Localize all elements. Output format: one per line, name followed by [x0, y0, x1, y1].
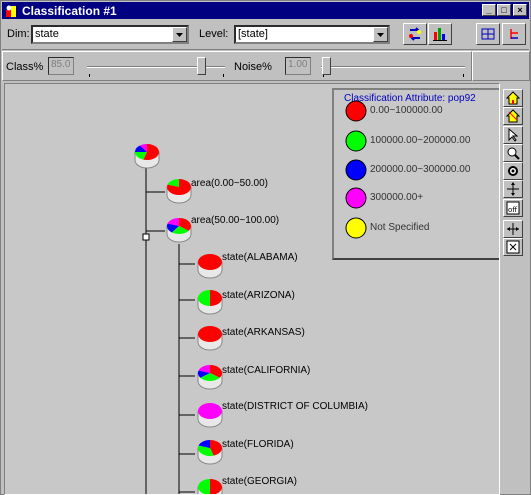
tree-node-label[interactable]: state(ARIZONA) [222, 290, 295, 301]
dim-value: state [35, 28, 59, 40]
tick-mark [463, 74, 464, 77]
node-toggle-button[interactable] [503, 238, 523, 256]
node-pie-slice[interactable] [198, 403, 222, 419]
tree-node-label[interactable]: state(ALABAMA) [222, 252, 298, 263]
noise-percent-field[interactable]: 1.00 [285, 57, 311, 75]
legend-item-label: 300000.00+ [370, 192, 424, 203]
bar-chart-icon [433, 28, 447, 41]
home-button[interactable] [503, 107, 523, 125]
title-bar[interactable]: Classification #1 _ □ × [2, 2, 529, 19]
dim-label: Dim: [7, 28, 30, 40]
tree-view-button[interactable] [502, 23, 526, 45]
tree-icon [510, 29, 518, 39]
zoom-icon [507, 147, 520, 160]
svg-text:off: off [508, 206, 517, 214]
node-off-icon: off [506, 201, 520, 215]
tree-node-label[interactable]: state(GEORGIA) [222, 476, 297, 487]
pan-icon [507, 182, 519, 196]
legend-swatch [345, 217, 367, 239]
minimize-icon: _ [486, 4, 492, 15]
classification-tree-canvas[interactable]: area(0.00~50.00) area(50.00~100.00) stat… [4, 83, 500, 495]
class-label: Class% [6, 61, 44, 73]
toolbar-spacer [472, 51, 530, 81]
maximize-button[interactable]: □ [497, 4, 511, 16]
level-value: [state] [238, 28, 268, 40]
chart-button[interactable] [428, 23, 452, 45]
pan-button[interactable] [503, 180, 523, 198]
app-icon [6, 5, 16, 17]
legend-item-label: 200000.00~300000.00 [370, 164, 471, 175]
zoom-button[interactable] [503, 144, 523, 162]
tree-node-label[interactable]: state(DISTRICT OF COLUMBIA) [222, 401, 368, 412]
expand-toggle[interactable] [142, 233, 150, 241]
noise-slider-thumb[interactable] [322, 57, 331, 75]
class-slider-thumb[interactable] [197, 57, 206, 75]
swap-icon [409, 27, 421, 41]
tree-node-label[interactable]: state(CALIFORNIA) [222, 365, 310, 376]
level-select[interactable]: [state] [234, 25, 390, 44]
class-percent-field[interactable]: 85.0 [48, 57, 74, 75]
legend-swatch [345, 159, 367, 181]
noise-percent-slider[interactable] [321, 56, 465, 78]
node-pie-slice[interactable] [198, 254, 222, 270]
select-button[interactable] [503, 126, 523, 144]
grid-icon [481, 28, 495, 40]
legend-panel: Classification Attribute: pop92 0.00~100… [332, 88, 499, 260]
select-arrow-icon [508, 128, 519, 142]
dim-select[interactable]: state [31, 25, 189, 44]
tree-node-label[interactable]: state(FLORIDA) [222, 439, 294, 450]
tick-mark [223, 74, 224, 77]
dimension-toolbar: Dim: state Level: [state] [2, 20, 529, 50]
class-percent-slider[interactable] [87, 56, 225, 78]
noise-label: Noise% [234, 61, 272, 73]
legend-item-label: Not Specified [370, 222, 430, 233]
close-button[interactable]: × [513, 4, 527, 16]
close-icon: × [517, 4, 523, 15]
grid-view-button[interactable] [476, 23, 500, 45]
home-up-button[interactable] [503, 89, 523, 107]
legend-swatch [345, 187, 367, 209]
tick-mark [89, 74, 90, 77]
swap-button[interactable] [403, 23, 427, 45]
legend-item-label: 100000.00~200000.00 [370, 135, 471, 146]
chevron-down-icon[interactable] [172, 27, 187, 42]
level-label: Level: [199, 28, 229, 40]
move-icon [507, 223, 519, 235]
tree-node-label[interactable]: area(0.00~50.00) [191, 178, 268, 189]
settings-button[interactable] [503, 162, 523, 180]
settings-icon [508, 166, 518, 176]
classification-window: Classification #1 _ □ × Dim: state Level… [0, 0, 531, 495]
legend-item-label: 0.00~100000.00 [370, 105, 443, 116]
maximize-icon: □ [501, 4, 507, 15]
node-toggle-icon [506, 240, 520, 254]
tree-node-label[interactable]: area(50.00~100.00) [191, 215, 279, 226]
legend-swatch [345, 100, 367, 122]
noise-slider-track [321, 66, 465, 68]
node-pie-slice[interactable] [198, 326, 222, 342]
home-up-icon [506, 91, 520, 105]
threshold-toolbar: Class% 85.0 Noise% 1.00 [2, 51, 472, 81]
window-title: Classification #1 [22, 3, 117, 18]
chevron-down-icon[interactable] [373, 27, 388, 42]
move-button[interactable] [503, 220, 523, 238]
home-icon [506, 109, 520, 123]
legend-swatch [345, 130, 367, 152]
minimize-button[interactable]: _ [482, 4, 496, 16]
node-off-button[interactable]: off [503, 199, 523, 217]
tree-node-label[interactable]: state(ARKANSAS) [222, 327, 305, 338]
